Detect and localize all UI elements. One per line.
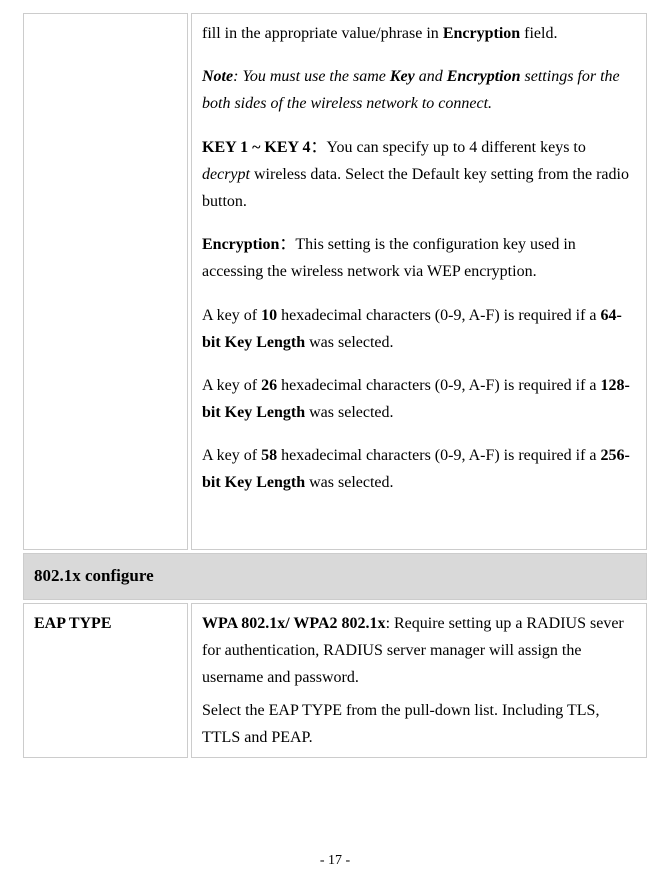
text-bold: Encryption xyxy=(443,25,520,42)
table-row: fill in the appropriate value/phrase in … xyxy=(23,13,647,550)
text: was selected. xyxy=(305,334,393,351)
text: A key of xyxy=(202,377,261,394)
text: was selected. xyxy=(305,474,393,491)
text: fill in the appropriate value/phrase in xyxy=(202,25,443,42)
text-bold-italic: Encryption xyxy=(447,68,521,85)
text: field. xyxy=(520,25,557,42)
text: You can specify up to 4 different keys t… xyxy=(327,139,586,156)
cell-left-eaptype: EAP TYPE xyxy=(23,603,188,759)
paragraph-key: KEY 1 ~ KEY 4：You can specify up to 4 di… xyxy=(202,134,636,216)
text: A key of xyxy=(202,307,261,324)
section-header: 802.1x configure xyxy=(23,553,647,600)
text: was selected. xyxy=(305,404,393,421)
text-italic: and xyxy=(415,68,447,85)
text: ： xyxy=(310,139,326,156)
cell-right-content: fill in the appropriate value/phrase in … xyxy=(191,13,647,550)
text-bold: 58 xyxy=(261,447,277,464)
text: hexadecimal characters (0-9, A-F) is req… xyxy=(277,377,600,394)
text: A key of xyxy=(202,447,261,464)
spacer xyxy=(202,513,636,543)
paragraph-key26: A key of 26 hexadecimal characters (0-9,… xyxy=(202,372,636,426)
doc-table: fill in the appropriate value/phrase in … xyxy=(20,10,650,761)
wpa-label: WPA 802.1x/ WPA2 802.1x xyxy=(202,615,386,632)
paragraph-eap: Select the EAP TYPE from the pull-down l… xyxy=(202,697,636,751)
text-bold-italic: Key xyxy=(390,68,415,85)
paragraph-note: Note: You must use the same Key and Encr… xyxy=(202,63,636,117)
cell-left-empty xyxy=(23,13,188,550)
text: ： xyxy=(279,236,295,253)
page-number: - 17 - xyxy=(0,853,670,869)
paragraph-key58: A key of 58 hexadecimal characters (0-9,… xyxy=(202,442,636,496)
key-label: KEY 1 ~ KEY 4 xyxy=(202,139,310,156)
text-bold: 26 xyxy=(261,377,277,394)
note-label: Note xyxy=(202,68,233,85)
paragraph-key10: A key of 10 hexadecimal characters (0-9,… xyxy=(202,302,636,356)
text: wireless data. Select the Default key se… xyxy=(202,166,629,210)
table-row-header: 802.1x configure xyxy=(23,553,647,600)
text-italic: decrypt xyxy=(202,166,250,183)
paragraph-encryption: Encryption：This setting is the configura… xyxy=(202,231,636,285)
text: hexadecimal characters (0-9, A-F) is req… xyxy=(277,307,600,324)
paragraph-wpa: WPA 802.1x/ WPA2 802.1x: Require setting… xyxy=(202,610,636,692)
table-row: EAP TYPE WPA 802.1x/ WPA2 802.1x: Requir… xyxy=(23,603,647,759)
encryption-label: Encryption xyxy=(202,236,279,253)
text: hexadecimal characters (0-9, A-F) is req… xyxy=(277,447,600,464)
cell-right-eap-content: WPA 802.1x/ WPA2 802.1x: Require setting… xyxy=(191,603,647,759)
paragraph: fill in the appropriate value/phrase in … xyxy=(202,20,636,47)
text-italic: : You must use the same xyxy=(233,68,390,85)
text-bold: 10 xyxy=(261,307,277,324)
